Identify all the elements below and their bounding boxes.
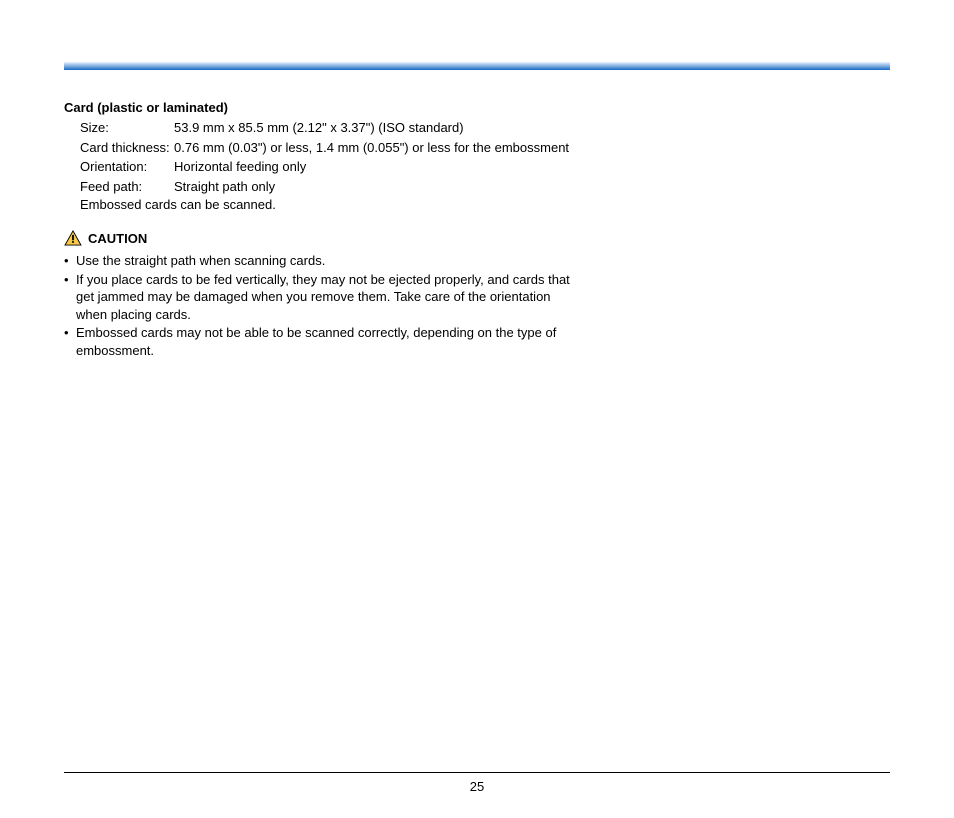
spec-label: Feed path: bbox=[80, 178, 174, 196]
spec-row-size: Size: 53.9 mm x 85.5 mm (2.12" x 3.37") … bbox=[80, 119, 584, 137]
header-rule bbox=[64, 62, 890, 70]
caution-list: Use the straight path when scanning card… bbox=[64, 252, 584, 359]
spec-value: Horizontal feeding only bbox=[174, 158, 584, 176]
caution-item: Use the straight path when scanning card… bbox=[64, 252, 584, 270]
caution-icon bbox=[64, 230, 82, 246]
spec-label: Orientation: bbox=[80, 158, 174, 176]
spec-value: Straight path only bbox=[174, 178, 584, 196]
footer-rule bbox=[64, 772, 890, 773]
content-area: Card (plastic or laminated) Size: 53.9 m… bbox=[64, 100, 584, 359]
caution-item: If you place cards to be fed vertically,… bbox=[64, 271, 584, 324]
section-title: Card (plastic or laminated) bbox=[64, 100, 584, 115]
page-footer: 25 bbox=[64, 772, 890, 794]
caution-item: Embossed cards may not be able to be sca… bbox=[64, 324, 584, 359]
spec-value: 53.9 mm x 85.5 mm (2.12" x 3.37") (ISO s… bbox=[174, 119, 584, 137]
spec-row-thickness: Card thickness: 0.76 mm (0.03") or less,… bbox=[80, 139, 584, 157]
spec-value: 0.76 mm (0.03") or less, 1.4 mm (0.055")… bbox=[174, 139, 584, 157]
spec-row-orientation: Orientation: Horizontal feeding only bbox=[80, 158, 584, 176]
spec-table: Size: 53.9 mm x 85.5 mm (2.12" x 3.37") … bbox=[80, 119, 584, 212]
caution-label: CAUTION bbox=[88, 231, 147, 246]
caution-header: CAUTION bbox=[64, 230, 584, 246]
page-container: Card (plastic or laminated) Size: 53.9 m… bbox=[0, 0, 954, 818]
spec-label: Size: bbox=[80, 119, 174, 137]
spec-label: Card thickness: bbox=[80, 139, 174, 157]
spec-note: Embossed cards can be scanned. bbox=[80, 197, 584, 212]
page-number: 25 bbox=[64, 779, 890, 794]
spec-row-feedpath: Feed path: Straight path only bbox=[80, 178, 584, 196]
